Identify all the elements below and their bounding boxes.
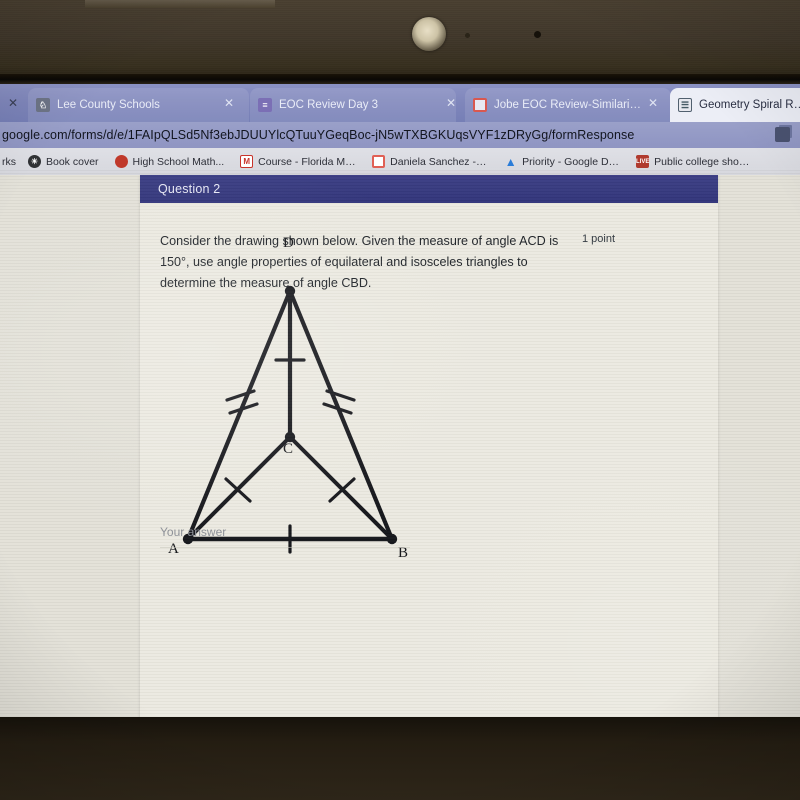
google-forms-icon: ☰ — [678, 98, 692, 112]
bookmark-item-high-school-math[interactable]: High School Math... — [107, 155, 233, 168]
chromebook-screen: ✕ ♘ Lee County Schools ✕ ≡ EOC Review Da… — [0, 84, 800, 744]
your-answer-placeholder[interactable]: Your answer — [160, 525, 226, 539]
bookmark-item-book-cover[interactable]: ☀ Book cover — [20, 155, 107, 168]
segment-DB — [287, 288, 395, 542]
tab-label: Lee County Schools — [57, 99, 160, 111]
bookmark-label: Priority - Google Dri... — [522, 155, 621, 168]
bookmark-label: Public college shou... — [654, 155, 753, 168]
segment-DA — [185, 288, 293, 542]
vertex-label-D: D — [283, 235, 294, 251]
tab-eoc-review-day-3[interactable]: ≡ EOC Review Day 3 — [250, 88, 456, 122]
m-letter-icon: M — [240, 155, 254, 168]
tab-lee-county-schools[interactable]: ♘ Lee County Schools — [28, 88, 249, 122]
live-icon: LIVE — [636, 155, 649, 168]
vertex-label-A: A — [168, 541, 179, 557]
address-bar[interactable]: google.com/forms/d/e/1FAIpQLSd5Nf3ebJDUU… — [0, 122, 800, 148]
bookmark-label: Course - Florida Ma... — [258, 155, 357, 168]
bookmark-label: Book cover — [46, 155, 99, 168]
circle-icon — [114, 155, 128, 168]
segment-CA — [186, 435, 292, 541]
bookmark-item-rks[interactable]: rks — [0, 156, 20, 168]
segment-CB — [288, 435, 394, 541]
question-title: Question 2 — [158, 182, 221, 196]
webcam-icon — [412, 17, 446, 51]
bezel-lower-edge — [0, 74, 800, 84]
laptop-bezel — [0, 0, 800, 84]
bookmark-label: rks — [2, 155, 16, 168]
tab-label: EOC Review Day 3 — [279, 99, 379, 111]
vertex-dot-B — [386, 533, 398, 545]
bookmark-label: Daniela Sanchez - 0... — [390, 155, 489, 168]
answer-input-underline[interactable] — [160, 547, 410, 548]
vertex-dot-D — [284, 285, 296, 297]
tab-label: Jobe EOC Review-Similarity & C — [494, 99, 644, 111]
bookmark-item-public-college[interactable]: LIVE Public college shou... — [628, 155, 760, 168]
bookmark-item-daniela-sanchez[interactable]: Daniela Sanchez - 0... — [364, 155, 496, 168]
google-forms-icon: ≡ — [258, 98, 272, 112]
url-text: google.com/forms/d/e/1FAIpQLSd5Nf3ebJDUU… — [2, 128, 635, 142]
google-drive-icon: ▲ — [504, 154, 517, 169]
camera-indicator-dot — [465, 33, 470, 38]
form-page-background: Question 2 Consider the drawing shown be… — [0, 175, 800, 744]
building-icon: ♘ — [36, 98, 50, 112]
tab-label: Geometry Spiral Revie — [699, 99, 800, 111]
question-body: Consider the drawing shown below. Given … — [140, 203, 718, 720]
laptop-lower-frame — [0, 717, 800, 800]
bezel-highlight — [85, 0, 275, 8]
photo-of-chromebook-screen: ✕ ♘ Lee County Schools ✕ ≡ EOC Review Da… — [0, 0, 800, 800]
tick-DA-1 — [225, 389, 256, 402]
tab-geometry-spiral-review[interactable]: ☰ Geometry Spiral Revie — [670, 88, 800, 122]
tab-close-icon-0[interactable]: ✕ — [8, 96, 18, 110]
bookmark-item-course-florida-math[interactable]: M Course - Florida Ma... — [232, 155, 364, 168]
tab-close-icon-1[interactable]: ✕ — [224, 96, 234, 110]
points-label: 1 point — [582, 233, 616, 245]
vertex-label-C: C — [283, 441, 294, 457]
tab-close-icon-2[interactable]: ✕ — [446, 96, 456, 110]
google-forms-icon — [372, 155, 386, 168]
google-forms-icon — [473, 98, 487, 112]
tab-jobe-eoc-review-similarity[interactable]: Jobe EOC Review-Similarity & C — [465, 88, 671, 122]
share-screen-icon[interactable] — [775, 127, 790, 142]
triangle-svg — [182, 285, 398, 554]
question-card: Question 2 Consider the drawing shown be… — [140, 175, 718, 720]
bezel-texture — [0, 0, 800, 84]
bookmark-label: High School Math... — [132, 155, 225, 168]
bookmarks-bar: rks ☀ Book cover High School Math... M C… — [0, 148, 800, 175]
globe-icon: ☀ — [28, 155, 41, 168]
geometry-triangle-diagram: D C A B — [150, 233, 550, 563]
bookmark-item-priority-google-drive[interactable]: ▲ Priority - Google Dri... — [496, 155, 628, 168]
tab-close-icon-3[interactable]: ✕ — [648, 96, 658, 110]
browser-tab-strip: ✕ ♘ Lee County Schools ✕ ≡ EOC Review Da… — [0, 84, 800, 122]
microphone-hole-icon — [534, 31, 541, 38]
question-header-bar: Question 2 — [140, 175, 718, 203]
